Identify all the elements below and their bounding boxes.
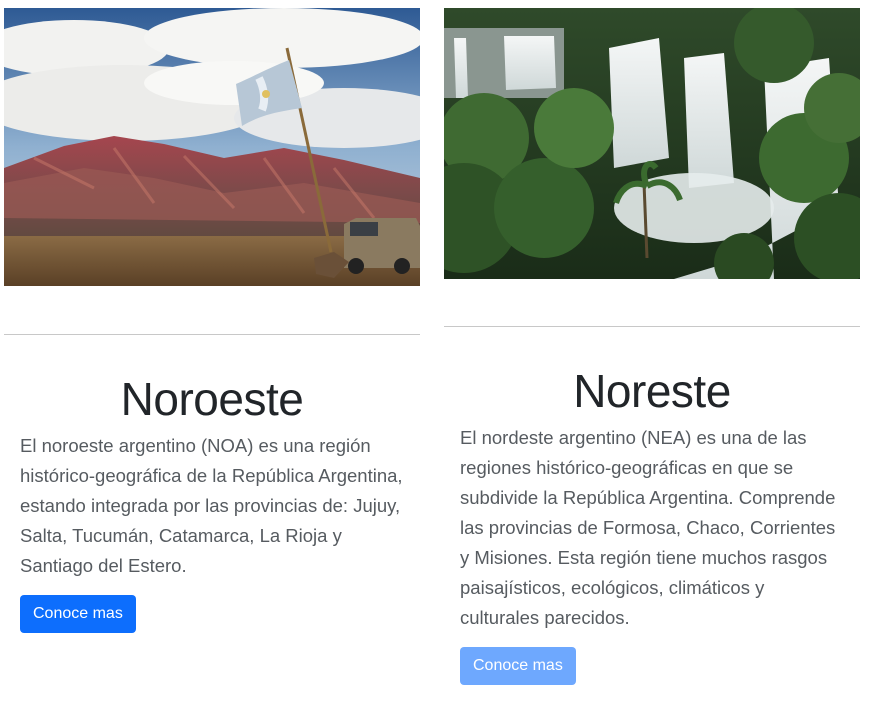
conoce-mas-button[interactable]: Conoce mas (460, 647, 576, 685)
card-description: El nordeste argentino (NEA) es una de la… (460, 427, 836, 628)
region-card-noreste: Noreste El nordeste argentino (NEA) es u… (444, 0, 860, 685)
waterfalls-jungle-photo (444, 8, 860, 279)
mountains-flag-photo (4, 8, 420, 286)
card-title: Noroeste (120, 373, 304, 425)
card-divider (4, 334, 420, 335)
card-description: El noroeste argentino (NOA) es una regió… (20, 435, 403, 576)
conoce-mas-button[interactable]: Conoce mas (20, 595, 136, 633)
region-card-noroeste: Noroeste El noroeste argentino (NOA) es … (4, 0, 420, 633)
card-divider (444, 326, 860, 327)
card-title: Noreste (573, 365, 731, 417)
